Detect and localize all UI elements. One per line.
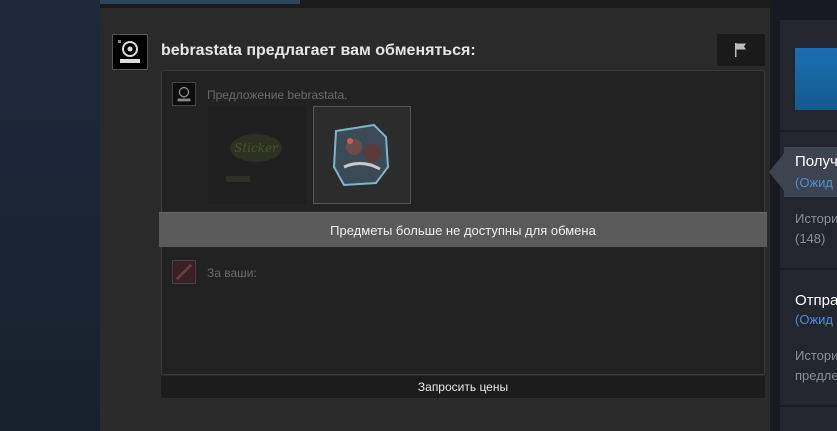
sidebar-history-count: (148) [795,231,826,246]
svg-text:Sticker: Sticker [234,141,279,155]
your-mini-avatar [172,260,196,284]
avatar-icon [173,261,195,283]
your-offer-label: За ваши: [207,266,257,280]
sidebar-sent-title[interactable]: Отпра [795,292,837,309]
report-button[interactable] [717,34,765,66]
active-item-arrow [769,152,785,192]
sidebar-incoming-title[interactable]: Получ [795,153,837,170]
sidebar-divider [780,268,837,270]
items-unavailable-banner: Предметы больше не доступны для обмена [159,212,767,247]
request-prices-button[interactable]: Запросить цены [161,376,765,398]
sidebar-divider [780,130,837,132]
sidebar-blue-banner[interactable] [795,48,837,110]
sidebar-sent-history-link[interactable]: Истори [795,348,837,363]
trade-item-sticker[interactable]: Sticker [208,106,306,204]
trade-offer-title: bebrastata предлагает вам обменяться: [161,42,476,59]
avatar-icon [173,83,195,105]
sticker-item-icon: Sticker [208,106,306,204]
sidebar-divider [780,405,837,407]
flag-icon [735,43,746,57]
page-background [0,0,100,431]
top-accent-bar [100,0,300,4]
graffiti-item-icon [314,107,410,203]
sidebar-sent-history-sub: предле [795,368,837,383]
sidebar-incoming-status: (Ожид [795,175,833,190]
avatar-icon [113,35,147,69]
partner-mini-avatar [172,82,196,106]
their-offer-label: Предложение bebrastata. [207,88,348,102]
sidebar-history-link[interactable]: Истори [795,211,837,226]
sidebar-sent-status: (Ожид [795,312,833,327]
trade-item-graffiti[interactable] [313,106,411,204]
partner-avatar[interactable] [112,34,148,70]
